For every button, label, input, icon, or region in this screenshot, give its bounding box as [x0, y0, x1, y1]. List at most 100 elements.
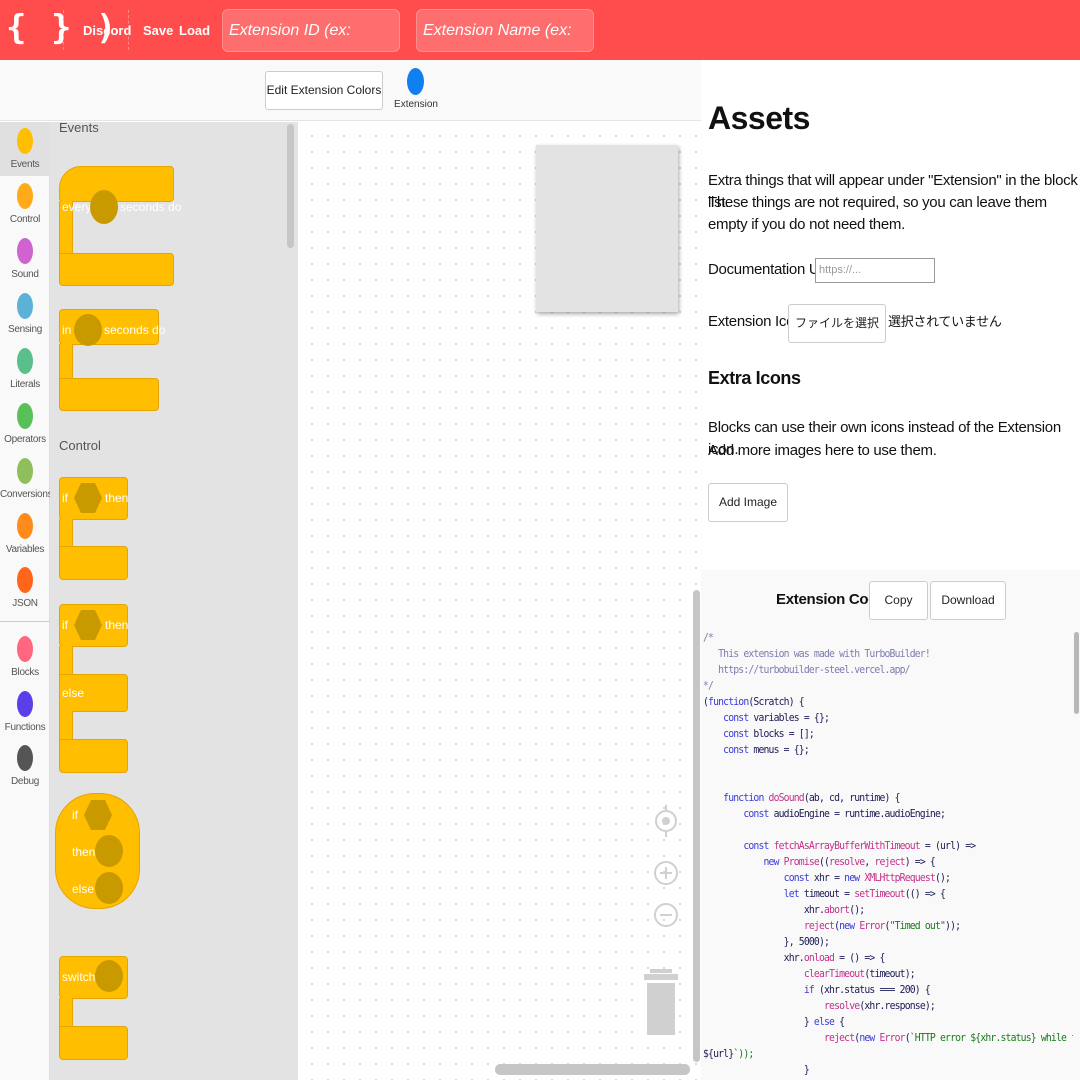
block-bottom [59, 253, 174, 286]
code-line: https://turbobuilder-steel.vercel.app/ [703, 664, 910, 676]
documentation-url-input[interactable]: https://... [815, 258, 935, 283]
code-line: xhr.abort(); [703, 904, 865, 916]
extension-category-dot[interactable] [407, 68, 424, 95]
category-label: Functions [4, 722, 46, 733]
value-slot[interactable] [95, 960, 123, 992]
category-label: Events [10, 159, 40, 170]
category-dot [17, 567, 33, 593]
category-conversions[interactable]: Conversions [0, 452, 53, 506]
category-dot [17, 691, 33, 717]
recenter-icon[interactable] [652, 803, 680, 839]
editor-toolbar: Edit Extension Colors Extension [0, 60, 701, 121]
category-label: Sound [11, 269, 39, 280]
block-arm [59, 519, 73, 548]
block-bottom [59, 739, 128, 773]
category-dot [17, 183, 33, 209]
discord-link[interactable]: Discord [83, 22, 131, 40]
code-line: /* [703, 632, 714, 644]
code-scrollbar[interactable] [1074, 632, 1079, 714]
seconds-input-slot[interactable] [74, 314, 102, 346]
block-arm [59, 711, 73, 741]
category-label: JSON [12, 598, 38, 609]
block-top [59, 166, 174, 202]
download-button[interactable]: Download [930, 581, 1006, 620]
block-word: seconds do [104, 323, 166, 337]
category-label: Variables [5, 544, 45, 555]
value-slot[interactable] [95, 835, 123, 867]
events-heading: Events [59, 122, 99, 135]
category-dot [17, 293, 33, 319]
zoom-out-icon[interactable] [652, 897, 680, 933]
category-label: Control [9, 214, 41, 225]
category-functions[interactable]: Functions [0, 685, 50, 739]
category-label: Literals [10, 379, 40, 390]
block-word: then [105, 491, 129, 505]
seconds-input-slot[interactable] [90, 190, 118, 224]
category-literals[interactable]: Literals [0, 342, 50, 396]
category-label: Operators [4, 434, 46, 445]
block-word: then [72, 845, 96, 859]
trash-icon[interactable] [644, 967, 678, 1037]
zoom-in-icon[interactable] [652, 855, 680, 891]
code-line: resolve(xhr.response); [824, 1000, 936, 1012]
category-events[interactable]: Events [0, 122, 50, 176]
flyout-scrollbar[interactable] [287, 124, 294, 248]
category-json[interactable]: JSON [0, 561, 50, 615]
extension-name-input[interactable]: Extension Name (ex: Extension) [416, 9, 594, 80]
block-bottom [59, 1026, 128, 1060]
block-bottom [59, 378, 159, 411]
block-word: in [62, 323, 72, 337]
edit-extension-colors-button[interactable]: Edit Extension Colors [265, 71, 383, 110]
code-line: } [703, 1064, 810, 1076]
block-word: else [72, 882, 95, 896]
block-word: switch [62, 970, 96, 984]
assets-title: Assets [708, 100, 810, 136]
block-word: if [62, 618, 68, 632]
workspace-horizontal-scrollbar[interactable] [495, 1064, 690, 1075]
category-dot [17, 636, 33, 662]
code-line: */ [703, 680, 714, 692]
block-word: if [62, 491, 68, 505]
category-label: Sensing [7, 324, 43, 335]
code-line: new Promise((resolve, reject) => { [763, 856, 936, 868]
code-line: const fetchAsArrayBufferWithTimeout = (u… [743, 840, 976, 852]
code-line: reject(new Error("Timed out")); [803, 920, 961, 932]
control-heading: Control [59, 438, 101, 453]
value-slot[interactable] [95, 872, 123, 904]
block-word: if [72, 808, 78, 822]
workspace-vertical-scrollbar[interactable] [693, 590, 700, 1062]
code-viewer[interactable]: /* This extension was made with TurboBui… [701, 630, 1073, 1080]
category-blocks[interactable]: Blocks [0, 630, 50, 684]
code-line: const blocks = []; [723, 728, 815, 740]
save-button[interactable]: Save [143, 22, 173, 40]
category-sensing[interactable]: Sensing [0, 287, 50, 341]
code-line: if (xhr.status === 200) { [803, 984, 931, 996]
category-sound[interactable]: Sound [0, 232, 50, 286]
code-line: let timeout = setTimeout(() => { [783, 888, 946, 900]
category-list: Events Control Sound Sensing Literals Op… [0, 122, 53, 1080]
category-label: Blocks [11, 667, 39, 678]
extension-category-label[interactable]: Extension [392, 99, 440, 110]
top-bar: { } ) Discord Save Load Extension ID (ex… [0, 0, 1080, 80]
code-line: ${url}`)); [703, 1048, 754, 1060]
code-line: const xhr = new XMLHttpRequest(); [783, 872, 951, 884]
load-button[interactable]: Load [179, 22, 210, 40]
assets-description-line: These things are not required, so you ca… [708, 194, 1047, 233]
block-arm [59, 646, 73, 676]
choose-file-button[interactable]: ファイルを選択 [788, 304, 886, 343]
category-dot [17, 745, 33, 771]
category-variables[interactable]: Variables [0, 507, 50, 561]
add-image-button[interactable]: Add Image [708, 483, 788, 522]
code-line: clearTimeout(timeout); [803, 968, 916, 980]
copy-button[interactable]: Copy [869, 581, 928, 620]
workspace-minimap[interactable] [536, 145, 678, 312]
block-flyout: Events every seconds do in seconds do Co… [50, 122, 298, 1080]
category-control[interactable]: Control [0, 177, 50, 231]
extension-id-input[interactable]: Extension ID (ex: extensionID) [222, 9, 400, 80]
block-bottom [59, 546, 128, 580]
category-debug[interactable]: Debug [0, 739, 50, 793]
category-operators[interactable]: Operators [0, 397, 50, 451]
category-dot [17, 238, 33, 264]
extension-code-panel: Extension Code Copy Download /* This ext… [701, 570, 1080, 1080]
divider [128, 10, 129, 50]
